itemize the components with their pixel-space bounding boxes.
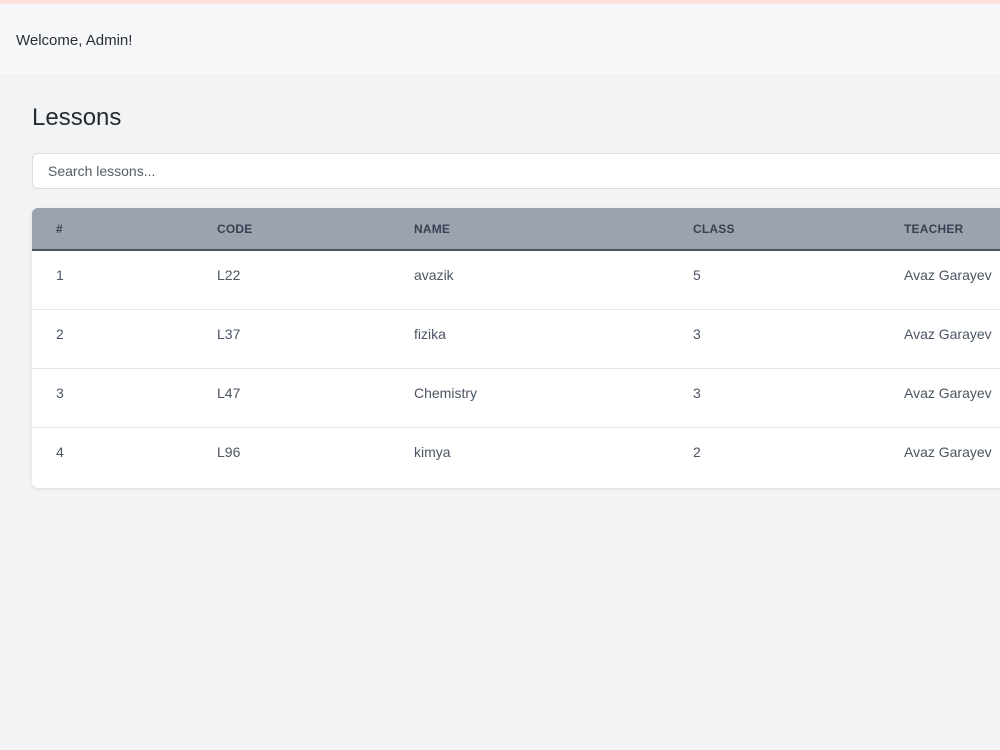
search-input[interactable] — [32, 153, 1000, 189]
cell-code: L96 — [217, 443, 241, 460]
cell-class: 3 — [693, 384, 701, 401]
cell-name: avazik — [414, 267, 454, 283]
cell-name: kimya — [414, 443, 451, 460]
cell-code: L22 — [217, 267, 241, 283]
page-title: Lessons — [32, 104, 122, 131]
top-header: Welcome, Admin! — [0, 4, 1000, 74]
cell-number: 1 — [56, 267, 64, 283]
column-header-number[interactable]: # — [32, 208, 217, 250]
cell-code: L47 — [217, 384, 241, 401]
table-row[interactable]: 3 L47 Chemistry 3 Avaz Garayev — [32, 368, 1000, 427]
cell-teacher: Avaz Garayev — [904, 443, 992, 460]
table-row[interactable]: 1 L22 avazik 5 Avaz Garayev — [32, 250, 1000, 309]
column-header-code[interactable]: CODE — [217, 208, 414, 250]
table-row[interactable]: 2 L37 fizika 3 Avaz Garayev — [32, 309, 1000, 368]
cell-number: 2 — [56, 325, 64, 342]
lessons-table-card: # CODE NAME CLASS TEACHER 1 L22 avazik 5… — [32, 208, 1000, 488]
cell-number: 3 — [56, 384, 64, 401]
table-header: # CODE NAME CLASS TEACHER — [32, 208, 1000, 250]
table-body: 1 L22 avazik 5 Avaz Garayev 2 L37 fizika… — [32, 250, 1000, 486]
table-row[interactable]: 4 L96 kimya 2 Avaz Garayev — [32, 427, 1000, 486]
cell-class: 3 — [693, 325, 701, 342]
cell-teacher: Avaz Garayev — [904, 384, 992, 401]
table-header-row: # CODE NAME CLASS TEACHER — [32, 208, 1000, 250]
cell-class: 5 — [693, 267, 701, 283]
cell-code: L37 — [217, 325, 241, 342]
cell-name: fizika — [414, 325, 446, 342]
column-header-name[interactable]: NAME — [414, 208, 693, 250]
column-header-teacher[interactable]: TEACHER — [904, 208, 1000, 250]
cell-name: Chemistry — [414, 384, 478, 401]
cell-class: 2 — [693, 443, 701, 460]
welcome-message: Welcome, Admin! — [16, 32, 133, 49]
column-header-class[interactable]: CLASS — [693, 208, 904, 250]
lessons-table: # CODE NAME CLASS TEACHER 1 L22 avazik 5… — [32, 208, 1000, 486]
cell-number: 4 — [56, 443, 64, 460]
cell-teacher: Avaz Garayev — [904, 267, 992, 283]
main-content: Lessons # CODE NAME CLASS TEACHER 1 L22 … — [0, 74, 1000, 750]
cell-teacher: Avaz Garayev — [904, 325, 992, 342]
